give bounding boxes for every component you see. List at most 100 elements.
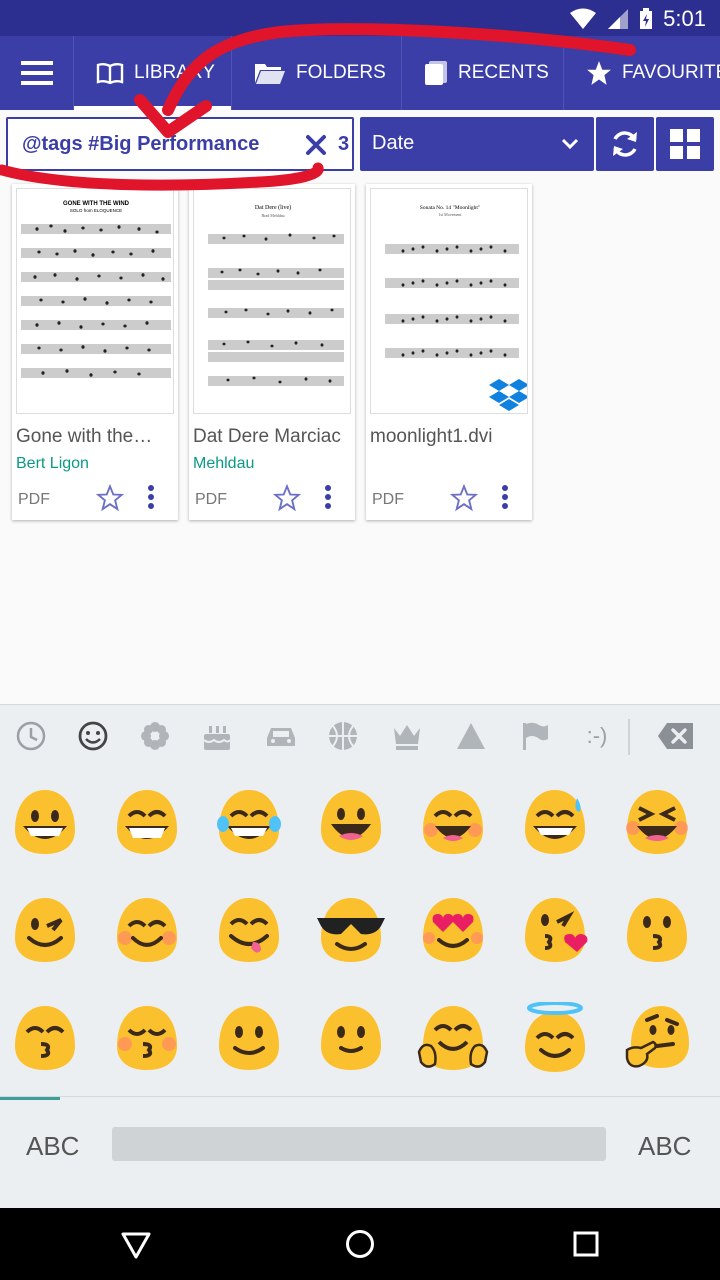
emoji-grin[interactable] bbox=[111, 786, 183, 858]
score-thumbnail[interactable]: Dat Dere (live) Brad Mehldau bbox=[193, 188, 351, 414]
category-recent-icon[interactable] bbox=[14, 719, 48, 753]
card-title: moonlight1.dvi bbox=[370, 426, 493, 447]
emoji-kissing-closed[interactable] bbox=[111, 1002, 183, 1074]
abc-right-button[interactable]: ABC bbox=[638, 1131, 691, 1162]
emoji-slight-smile-2[interactable] bbox=[315, 1002, 387, 1074]
star-icon bbox=[587, 61, 611, 85]
refresh-icon bbox=[613, 131, 637, 157]
score-thumbnail[interactable]: GONE WITH THE WIND SOLO from ELOQUENCE bbox=[16, 188, 174, 414]
category-cake-icon[interactable] bbox=[200, 719, 234, 753]
card-filetype: PDF bbox=[195, 491, 227, 508]
category-smiley-icon[interactable] bbox=[76, 719, 110, 753]
result-count: 3 bbox=[338, 133, 350, 155]
status-bar: 5:01 bbox=[0, 0, 720, 36]
refresh-button[interactable] bbox=[596, 117, 654, 171]
emoji-thinking[interactable] bbox=[621, 1002, 693, 1074]
emoji-grid bbox=[0, 766, 720, 1100]
tab-library-label: LIBRARY bbox=[134, 62, 215, 83]
page-indicator bbox=[0, 1097, 60, 1100]
backspace-button[interactable] bbox=[656, 719, 696, 753]
folder-icon bbox=[255, 64, 285, 84]
sheet-title: Dat Dere (live) bbox=[255, 204, 291, 211]
clear-search-icon[interactable] bbox=[304, 133, 328, 157]
status-time: 5:01 bbox=[663, 6, 706, 31]
emoji-grinning[interactable] bbox=[9, 786, 81, 858]
recents-square-icon[interactable] bbox=[572, 1230, 600, 1258]
score-card[interactable]: Dat Dere (live) Brad Mehldau Dat Dere Ma… bbox=[189, 184, 355, 520]
spacebar[interactable] bbox=[112, 1127, 606, 1161]
tab-folders-label: FOLDERS bbox=[296, 62, 386, 83]
system-nav-bar bbox=[0, 1208, 720, 1280]
score-thumbnail[interactable]: Sonata No. 14 "Moonlight" 1st Movement bbox=[370, 188, 528, 414]
emoji-blush[interactable] bbox=[111, 894, 183, 966]
emoji-heart-eyes[interactable] bbox=[417, 894, 489, 966]
home-icon[interactable] bbox=[344, 1228, 376, 1260]
divider bbox=[628, 719, 630, 755]
category-flag-icon[interactable] bbox=[518, 719, 552, 753]
grid-icon bbox=[670, 129, 700, 159]
card-filetype: PDF bbox=[18, 491, 50, 508]
emoji-wink[interactable] bbox=[9, 894, 81, 966]
more-options-icon[interactable] bbox=[323, 484, 333, 512]
emoji-kiss-heart[interactable] bbox=[519, 894, 591, 966]
category-crown-icon[interactable] bbox=[390, 719, 424, 753]
tab-recents-label: RECENTS bbox=[458, 62, 549, 83]
tab-library[interactable]: LIBRARY bbox=[74, 36, 232, 110]
sort-select[interactable]: Date bbox=[360, 117, 594, 171]
tab-favourites[interactable]: FAVOURITES bbox=[564, 36, 720, 110]
emoji-laughing[interactable] bbox=[621, 786, 693, 858]
sort-label: Date bbox=[372, 132, 415, 154]
emoji-kissing-smiling[interactable] bbox=[9, 1002, 81, 1074]
tag-search-input[interactable]: @tags #Big Performance 3 bbox=[6, 117, 354, 171]
emoji-smile-blush[interactable] bbox=[417, 786, 489, 858]
category-triangle-icon[interactable] bbox=[454, 719, 488, 753]
sheet-subtitle: 1st Movement bbox=[439, 212, 463, 217]
card-composer: Bert Ligon bbox=[16, 455, 89, 472]
filter-row: @tags #Big Performance 3 Date bbox=[6, 117, 714, 171]
emoji-open-smile[interactable] bbox=[315, 786, 387, 858]
category-emoticon-text[interactable]: :-) bbox=[580, 719, 614, 753]
keyboard-bottom-row: ABC ABC bbox=[0, 1096, 720, 1208]
emoji-yum[interactable] bbox=[213, 894, 285, 966]
emoji-joy-tears[interactable] bbox=[213, 786, 285, 858]
dropbox-icon bbox=[489, 379, 527, 411]
tab-favourites-label: FAVOURITES bbox=[622, 62, 720, 83]
favourite-star-icon[interactable] bbox=[450, 484, 478, 512]
recents-icon bbox=[425, 61, 447, 85]
more-options-icon[interactable] bbox=[500, 484, 510, 512]
sheet-subtitle: SOLO from ELOQUENCE bbox=[70, 208, 122, 213]
more-options-icon[interactable] bbox=[146, 484, 156, 512]
emoji-hugging[interactable] bbox=[417, 1002, 489, 1074]
tab-folders[interactable]: FOLDERS bbox=[232, 36, 402, 110]
card-title: Dat Dere Marciac bbox=[193, 426, 341, 447]
battery-icon bbox=[640, 8, 653, 29]
favourite-star-icon[interactable] bbox=[273, 484, 301, 512]
hamburger-icon bbox=[20, 61, 53, 85]
emoji-innocent[interactable] bbox=[519, 1002, 591, 1074]
chevron-down-icon bbox=[561, 138, 579, 150]
emoji-slight-smile[interactable] bbox=[213, 1002, 285, 1074]
abc-left-button[interactable]: ABC bbox=[26, 1131, 79, 1162]
back-icon[interactable] bbox=[120, 1230, 152, 1260]
emoji-sweat-smile[interactable] bbox=[519, 786, 591, 858]
category-car-icon[interactable] bbox=[264, 719, 298, 753]
backspace-icon bbox=[658, 723, 693, 749]
emoji-kissing[interactable] bbox=[621, 894, 693, 966]
category-ball-icon[interactable] bbox=[326, 719, 360, 753]
top-nav: LIBRARY FOLDERS RECENTS FAVOURITES bbox=[0, 36, 720, 110]
favourite-star-icon[interactable] bbox=[96, 484, 124, 512]
grid-view-button[interactable] bbox=[656, 117, 714, 171]
emoji-sunglasses[interactable] bbox=[315, 894, 387, 966]
signal-icon bbox=[608, 9, 629, 29]
category-flower-icon[interactable] bbox=[138, 719, 172, 753]
card-composer: Mehldau bbox=[193, 455, 255, 472]
score-card[interactable]: Sonata No. 14 "Moonlight" 1st Movement m… bbox=[366, 184, 532, 520]
card-title: Gone with the… bbox=[16, 426, 153, 447]
score-card[interactable]: GONE WITH THE WIND SOLO from ELOQUENCE G… bbox=[12, 184, 178, 520]
wifi-icon bbox=[570, 8, 597, 29]
search-value: @tags #Big Performance bbox=[22, 133, 260, 155]
menu-button[interactable] bbox=[0, 36, 74, 110]
sheet-subtitle: Brad Mehldau bbox=[262, 213, 285, 218]
sheet-title: Sonata No. 14 "Moonlight" bbox=[420, 205, 480, 211]
tab-recents[interactable]: RECENTS bbox=[402, 36, 564, 110]
